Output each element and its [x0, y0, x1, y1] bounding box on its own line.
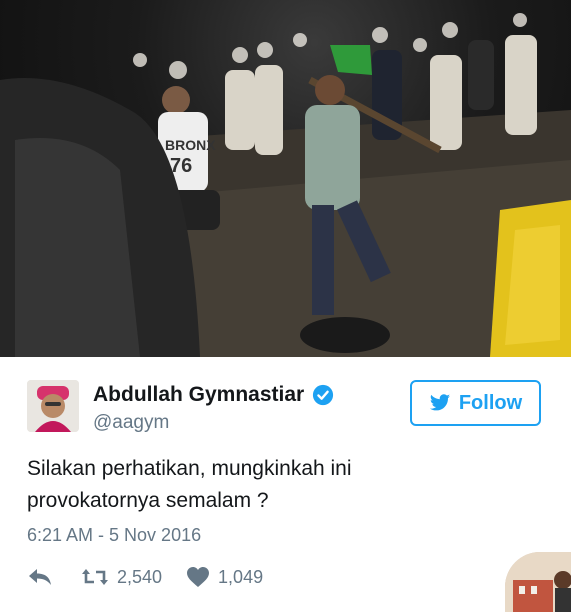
retweet-icon — [82, 569, 108, 585]
tweet-timestamp[interactable]: 6:21 AM - 5 Nov 2016 — [27, 525, 201, 546]
heart-icon — [187, 567, 210, 587]
retweet-button[interactable]: 2,540 — [53, 567, 162, 588]
author-name[interactable]: Abdullah Gymnastiar — [93, 383, 304, 407]
tweet-text-line: provokatornya semalam ? — [27, 489, 269, 512]
tweet-card: Abdullah Gymnastiar @aagym Follow Silaka… — [0, 357, 571, 612]
reply-button[interactable] — [27, 568, 53, 586]
author-handle[interactable]: @aagym — [93, 412, 169, 434]
news-photo: BRONX 76 — [0, 0, 571, 357]
twitter-bird-icon — [429, 394, 450, 411]
follow-button[interactable]: Follow — [410, 380, 541, 426]
follow-label: Follow — [458, 391, 523, 414]
like-button[interactable]: 1,049 — [162, 566, 263, 588]
tweet-text-line: Silakan perhatikan, mungkinkah ini — [27, 457, 352, 480]
crowd-scene-image: BRONX 76 — [0, 13, 571, 357]
retweet-count: 2,540 — [117, 566, 163, 587]
verified-badge-icon — [313, 384, 334, 406]
reply-icon — [29, 569, 51, 585]
author-name-row[interactable]: Abdullah Gymnastiar — [93, 383, 334, 407]
tweet-text: Silakan perhatikan, mungkinkah ini provo… — [27, 453, 527, 517]
corner-thumbnail[interactable] — [505, 552, 571, 612]
jersey-text: BRONX — [165, 137, 216, 153]
author-avatar[interactable] — [27, 380, 79, 432]
tweet-actions: 2,540 1,049 — [27, 566, 263, 588]
like-count: 1,049 — [218, 566, 264, 587]
